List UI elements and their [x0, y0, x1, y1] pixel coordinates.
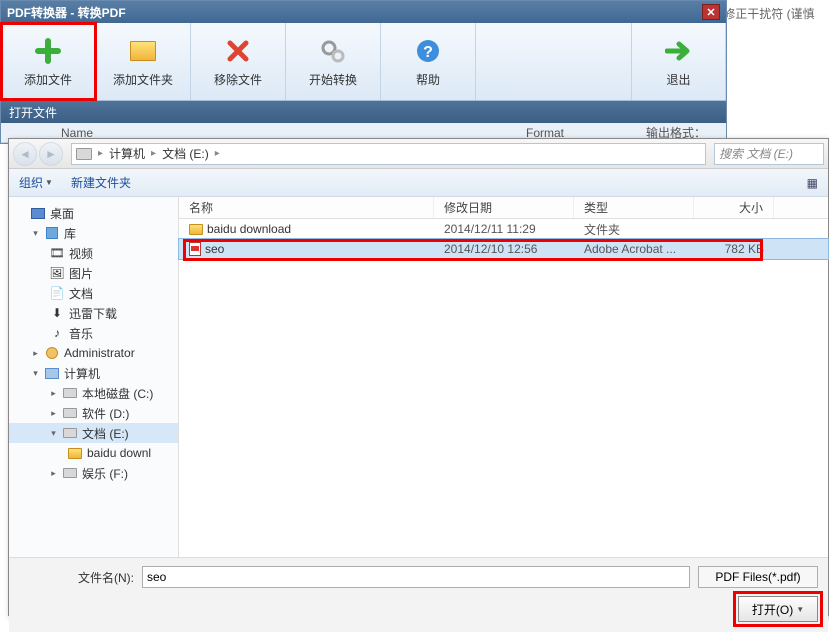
chevron-right-icon: ▸ — [98, 148, 103, 159]
file-list-header: 名称 修改日期 类型 大小 — [179, 197, 828, 219]
nav-back-button[interactable]: ◄ — [13, 142, 37, 166]
tree-thunder[interactable]: ⬇迅雷下载 — [9, 303, 178, 323]
navigation-tree: 桌面 ▾库 🎞视频 🖼图片 📄文档 ⬇迅雷下载 ♪音乐 ▸Administrat… — [9, 197, 179, 557]
x-icon — [222, 35, 254, 67]
tree-admin[interactable]: ▸Administrator — [9, 343, 178, 363]
pdf-icon — [189, 242, 201, 256]
svg-text:?: ? — [423, 44, 433, 61]
tree-computer[interactable]: ▾计算机 — [9, 363, 178, 383]
help-button[interactable]: ? 帮助 — [381, 23, 476, 100]
tree-library[interactable]: ▾库 — [9, 223, 178, 243]
column-name[interactable]: 名称 — [179, 197, 434, 218]
help-icon: ? — [412, 35, 444, 67]
open-button[interactable]: 打开(O)▼ — [738, 596, 818, 622]
breadcrumb-part[interactable]: 计算机 — [109, 145, 145, 162]
tree-drive-e[interactable]: ▾文档 (E:) — [9, 423, 178, 443]
add-file-button[interactable]: 添加文件 — [1, 23, 96, 100]
main-toolbar: 添加文件 添加文件夹 移除文件 开始转换 ? 帮助 退出 — [1, 23, 726, 101]
filename-label: 文件名(N): — [19, 569, 134, 586]
organize-menu[interactable]: 组织 ▼ — [19, 174, 53, 191]
folder-icon — [189, 224, 203, 235]
filename-input[interactable] — [142, 566, 690, 588]
file-list-body[interactable]: baidu download 2014/12/11 11:29 文件夹 seo … — [179, 219, 828, 557]
window-title: PDF转换器 - 转换PDF — [7, 4, 126, 21]
remove-file-button[interactable]: 移除文件 — [191, 23, 286, 100]
list-item[interactable]: baidu download 2014/12/11 11:29 文件夹 — [179, 219, 828, 239]
pdf-converter-window: PDF转换器 - 转换PDF ✕ 添加文件 添加文件夹 移除文件 开始转换 ? … — [0, 0, 727, 144]
command-bar: 组织 ▼ 新建文件夹 ▦ — [9, 169, 828, 197]
column-size[interactable]: 大小 — [694, 197, 774, 218]
tree-drive-f[interactable]: ▸娱乐 (F:) — [9, 463, 178, 483]
tree-desktop[interactable]: 桌面 — [9, 203, 178, 223]
add-folder-button[interactable]: 添加文件夹 — [96, 23, 191, 100]
tree-baidu-folder[interactable]: baidu downl — [9, 443, 178, 463]
plus-icon — [32, 35, 64, 67]
close-icon[interactable]: ✕ — [702, 4, 720, 20]
search-input[interactable]: 搜索 文档 (E:) — [714, 143, 824, 165]
list-item[interactable]: seo 2014/12/10 12:56 Adobe Acrobat ... 7… — [179, 239, 828, 259]
breadcrumb-part[interactable]: 文档 (E:) — [162, 145, 209, 162]
nav-forward-button[interactable]: ► — [39, 142, 63, 166]
dialog-footer: 文件名(N): PDF Files(*.pdf) 打开(O)▼ — [9, 557, 828, 632]
new-folder-button[interactable]: 新建文件夹 — [71, 174, 131, 191]
file-filter-dropdown[interactable]: PDF Files(*.pdf) — [698, 566, 818, 588]
drive-icon — [76, 148, 92, 160]
view-options-button[interactable]: ▦ — [807, 176, 818, 190]
tree-video[interactable]: 🎞视频 — [9, 243, 178, 263]
exit-arrow-icon — [663, 35, 695, 67]
start-convert-button[interactable]: 开始转换 — [286, 23, 381, 100]
tree-drive-c[interactable]: ▸本地磁盘 (C:) — [9, 383, 178, 403]
chevron-right-icon: ▸ — [151, 148, 156, 159]
nav-bar: ◄ ► ▸ 计算机 ▸ 文档 (E:) ▸ 搜索 文档 (E:) — [9, 139, 828, 169]
breadcrumb[interactable]: ▸ 计算机 ▸ 文档 (E:) ▸ — [71, 143, 706, 165]
tree-music[interactable]: ♪音乐 — [9, 323, 178, 343]
file-open-dialog: ◄ ► ▸ 计算机 ▸ 文档 (E:) ▸ 搜索 文档 (E:) 组织 ▼ 新建… — [8, 138, 829, 616]
tree-drive-d[interactable]: ▸软件 (D:) — [9, 403, 178, 423]
gears-icon — [317, 35, 349, 67]
folder-icon — [127, 35, 159, 67]
file-list-pane: 名称 修改日期 类型 大小 baidu download 2014/12/11 … — [179, 197, 828, 557]
column-date[interactable]: 修改日期 — [434, 197, 574, 218]
chevron-right-icon: ▸ — [215, 148, 220, 159]
column-type[interactable]: 类型 — [574, 197, 694, 218]
tree-documents[interactable]: 📄文档 — [9, 283, 178, 303]
open-file-subbar: 打开文件 — [1, 101, 726, 123]
exit-button[interactable]: 退出 — [631, 23, 726, 100]
tree-pictures[interactable]: 🖼图片 — [9, 263, 178, 283]
titlebar[interactable]: PDF转换器 - 转换PDF ✕ — [1, 1, 726, 23]
